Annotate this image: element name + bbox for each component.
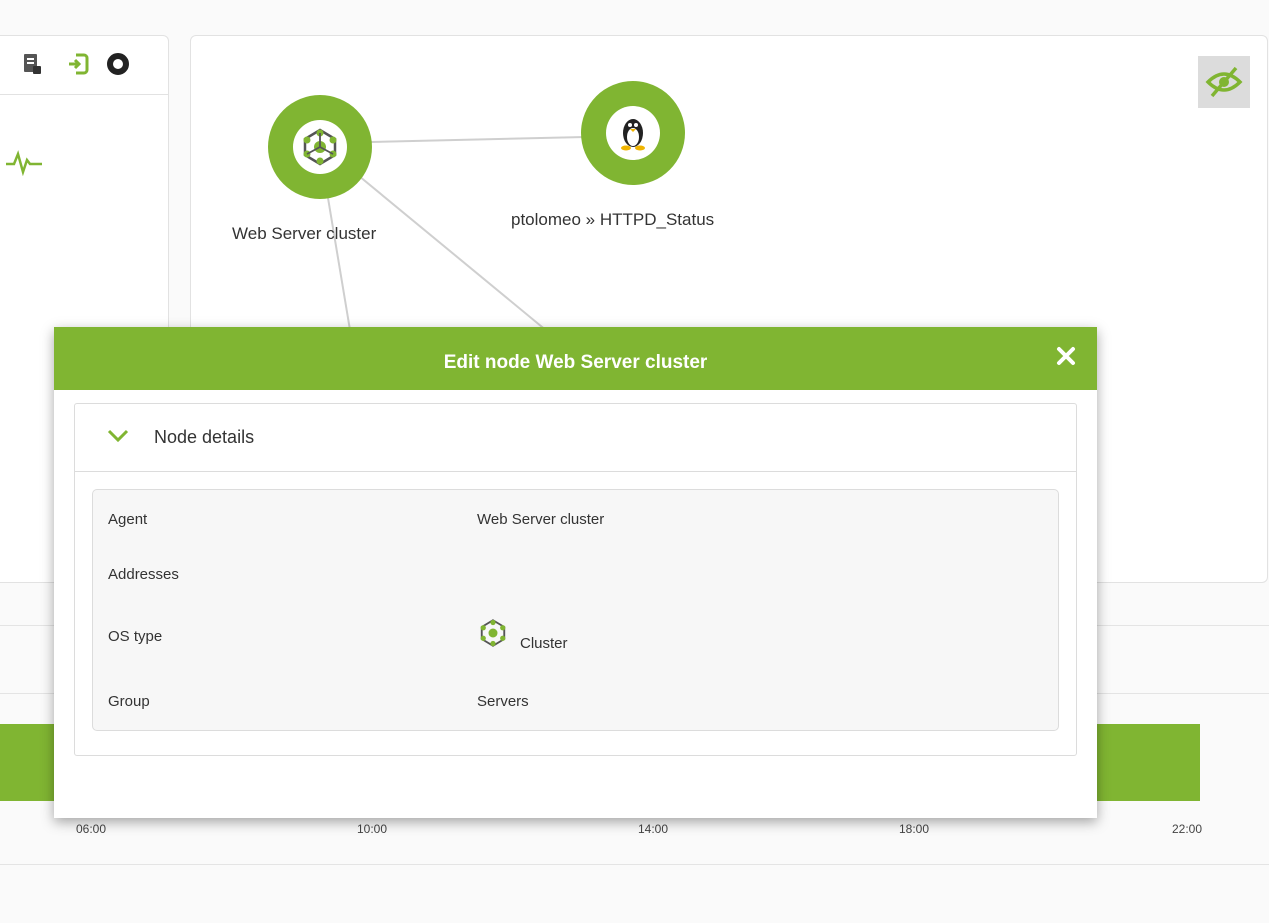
node-ptolomeo[interactable] (581, 81, 685, 185)
document-icon[interactable] (20, 52, 44, 76)
timeline-tick: 14:00 (638, 822, 669, 836)
section-title: Node details (154, 427, 255, 447)
group-label: Group (108, 693, 150, 710)
timeline-tick: 22:00 (1172, 822, 1203, 836)
os-type-value: Cluster (520, 635, 568, 652)
timeline-tick: 18:00 (899, 822, 930, 836)
node-icon-holder (606, 106, 660, 160)
addresses-label: Addresses (108, 566, 179, 583)
os-type-label: OS type (108, 628, 163, 645)
eye-slash-icon (1205, 66, 1243, 98)
divider (0, 864, 1269, 865)
login-icon[interactable] (66, 52, 90, 76)
cluster-icon (480, 619, 506, 647)
node-web-server-cluster[interactable] (268, 95, 372, 199)
chevron-down-icon (107, 429, 129, 443)
panel-toolbar (0, 36, 168, 95)
close-icon[interactable] (1055, 345, 1077, 367)
node-details-toggle[interactable]: Node details (75, 404, 1076, 472)
node-label-web-server-cluster: Web Server cluster (232, 224, 377, 243)
timeline-bar (1097, 724, 1200, 801)
dialog-title: Edit node Web Server cluster (443, 352, 708, 373)
hide-button[interactable] (1198, 56, 1250, 108)
heartbeat-icon (6, 150, 42, 176)
node-icon-holder (293, 120, 347, 174)
edge-cluster-down-b (358, 175, 554, 337)
ring-icon[interactable] (106, 52, 130, 76)
timeline-tick: 10:00 (357, 822, 388, 836)
group-value: Servers (477, 693, 529, 710)
agent-label: Agent (108, 511, 148, 528)
node-details-table: Agent Web Server cluster Addresses OS ty… (92, 489, 1059, 731)
edge-cluster-down-a (326, 191, 352, 337)
agent-value: Web Server cluster (477, 511, 605, 528)
timeline-bar (0, 724, 54, 801)
linux-tux-icon (621, 119, 645, 151)
node-label-ptolomeo: ptolomeo » HTTPD_Status (511, 210, 715, 229)
node-details-section: Node details Agent Web Server cluster Ad… (74, 403, 1077, 756)
edge-cluster-ptolomeo (370, 136, 586, 143)
cluster-icon (303, 128, 337, 166)
dialog-header: Edit node Web Server cluster (54, 327, 1097, 390)
edit-node-dialog: Edit node Web Server cluster Node detail… (54, 327, 1097, 818)
timeline-tick: 06:00 (76, 822, 107, 836)
